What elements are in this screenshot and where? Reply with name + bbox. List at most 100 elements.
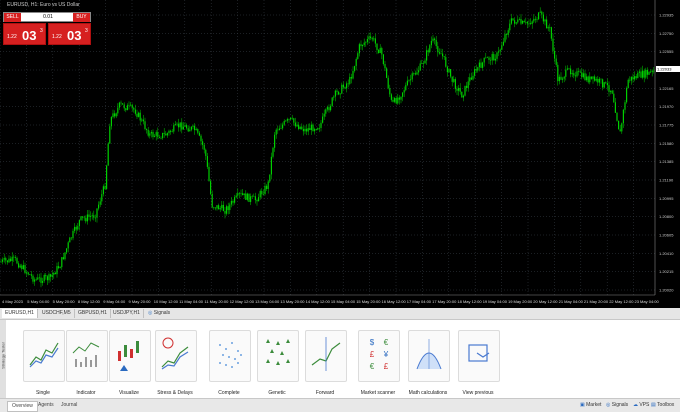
candle-body bbox=[213, 207, 215, 208]
candle-body bbox=[382, 54, 384, 65]
tile-visualize[interactable] bbox=[109, 330, 151, 382]
candle-body bbox=[627, 79, 629, 89]
buy-price-prefix: 1.22 bbox=[52, 34, 62, 40]
buy-button[interactable]: 1.22 03 3 bbox=[48, 23, 91, 45]
candle-body bbox=[638, 71, 640, 73]
tab-usdjpy[interactable]: USDJPY,H1 bbox=[110, 309, 144, 318]
sell-label[interactable]: SELL bbox=[4, 13, 21, 22]
view-previous-icon bbox=[468, 344, 490, 362]
candle-body bbox=[104, 186, 106, 189]
indicator-icon bbox=[72, 342, 100, 367]
x-tick-label: 18 May 12:00 bbox=[457, 299, 482, 304]
candle-body bbox=[579, 71, 581, 73]
candle-body bbox=[13, 256, 15, 258]
candle-body bbox=[226, 206, 228, 214]
tile-indicator[interactable] bbox=[66, 330, 108, 382]
candle-body bbox=[54, 272, 56, 275]
candle-body bbox=[429, 45, 431, 53]
candle-body bbox=[173, 125, 175, 132]
candle-body bbox=[389, 88, 391, 95]
tile-math-calculations[interactable] bbox=[408, 330, 450, 382]
candle-body bbox=[102, 186, 104, 195]
candle-body bbox=[46, 276, 48, 281]
candle-body bbox=[301, 126, 303, 129]
candle-body bbox=[123, 104, 125, 109]
candle-body bbox=[230, 200, 232, 205]
candle-body bbox=[474, 69, 476, 76]
candle-body bbox=[285, 120, 287, 122]
candle-body bbox=[520, 19, 522, 24]
scanner-symbol: £ bbox=[383, 362, 389, 371]
tile-stress-delays[interactable] bbox=[155, 330, 197, 382]
candle-body bbox=[302, 128, 304, 132]
tab-eurusd[interactable]: EURUSD,H1 bbox=[2, 309, 38, 318]
candle-body bbox=[526, 21, 528, 24]
candle-body bbox=[549, 27, 551, 28]
candle-body bbox=[80, 216, 82, 221]
candle-body bbox=[163, 132, 165, 134]
lot-input[interactable]: 0.01 bbox=[28, 13, 68, 22]
candle-body bbox=[613, 93, 615, 103]
candle-body bbox=[451, 76, 453, 82]
vps-link-label: VPS bbox=[639, 402, 650, 408]
tile-single[interactable] bbox=[23, 330, 65, 382]
tile-forward[interactable] bbox=[305, 330, 347, 382]
y-tick-label: 1.20410 bbox=[659, 251, 674, 256]
y-tick-label: 1.20995 bbox=[659, 196, 674, 201]
candle-body bbox=[478, 62, 480, 68]
candle-body bbox=[515, 22, 517, 24]
tab-gbpusd[interactable]: GBPUSD,H1 bbox=[75, 309, 111, 318]
candle-body bbox=[414, 73, 416, 75]
tile-label: View previous bbox=[462, 390, 494, 396]
candle-body bbox=[286, 119, 288, 121]
candle-body bbox=[390, 94, 392, 100]
candle-body bbox=[190, 126, 192, 130]
toolbox-link[interactable]: ▤ Toolbox bbox=[651, 401, 674, 410]
price-chart[interactable]: 1.229351.227501.225551.223601.221651.219… bbox=[0, 0, 680, 308]
candle-body bbox=[3, 258, 5, 260]
candle-body bbox=[275, 129, 277, 135]
candle-body bbox=[139, 112, 141, 121]
candle-body bbox=[621, 123, 623, 132]
candle-body bbox=[83, 217, 85, 219]
tab-usdchf[interactable]: USDCHF,M5 bbox=[39, 309, 75, 318]
tile-complete[interactable] bbox=[209, 330, 251, 382]
tab-journal[interactable]: Journal bbox=[57, 401, 81, 410]
candle-body bbox=[581, 72, 583, 78]
candle-body bbox=[517, 19, 519, 23]
vps-link[interactable]: ☁ VPS bbox=[633, 401, 649, 410]
candle-body bbox=[450, 69, 452, 77]
candle-body bbox=[42, 280, 44, 283]
y-tick-label: 1.22555 bbox=[659, 49, 674, 54]
candle-body bbox=[35, 279, 37, 281]
candle-body bbox=[598, 78, 600, 83]
candle-body bbox=[90, 216, 92, 217]
candle-body bbox=[299, 126, 301, 130]
candle-body bbox=[642, 70, 644, 78]
candle-body bbox=[418, 70, 420, 73]
candle-body bbox=[595, 78, 597, 81]
candle-body bbox=[317, 128, 319, 130]
candle-body bbox=[557, 64, 559, 82]
candle-body bbox=[16, 257, 18, 264]
signals-link[interactable]: ◎ Signals bbox=[606, 401, 628, 410]
candle-body bbox=[106, 165, 108, 189]
tile-market-scanner[interactable]: $ € £ ¥ € £ bbox=[358, 330, 400, 382]
market-link[interactable]: ▣ Market bbox=[580, 401, 601, 410]
bottom-bar: Overview Agents Journal ▣ Market ◎ Signa… bbox=[0, 398, 680, 412]
sell-button[interactable]: 1.22 03 3 bbox=[3, 23, 46, 45]
tile-genetic[interactable] bbox=[257, 330, 299, 382]
buy-label[interactable]: BUY bbox=[73, 13, 90, 22]
y-tick-label: 1.22935 bbox=[659, 13, 674, 18]
candle-body bbox=[368, 36, 370, 40]
tab-agents[interactable]: Agents bbox=[34, 401, 58, 410]
candle-body bbox=[606, 83, 608, 86]
candle-body bbox=[267, 181, 269, 189]
candle-body bbox=[318, 127, 320, 129]
tile-view-previous[interactable] bbox=[458, 330, 500, 382]
candle-body bbox=[6, 260, 8, 263]
tab-signals[interactable]: ◎ Signals bbox=[145, 309, 173, 318]
candle-body bbox=[272, 147, 274, 157]
visualize-icon bbox=[118, 341, 139, 371]
candle-body bbox=[573, 73, 575, 76]
